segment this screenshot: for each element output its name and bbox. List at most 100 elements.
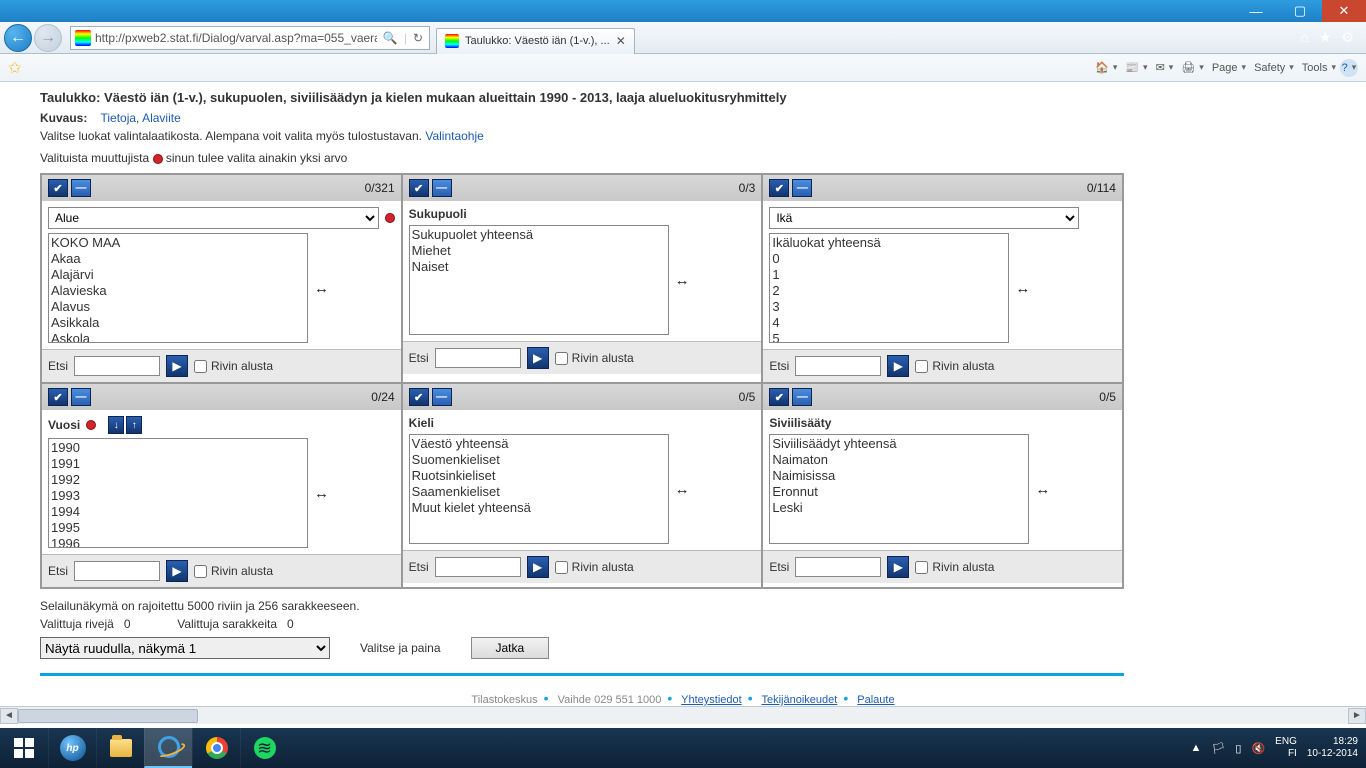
rivin-alusta-checkbox[interactable]: Rivin alusta: [915, 560, 994, 574]
ika-listbox[interactable]: Ikäluokat yhteensä012345: [769, 233, 1009, 343]
page-menu[interactable]: Page: [1208, 62, 1250, 74]
list-item[interactable]: Saamenkieliset: [412, 484, 666, 500]
list-item[interactable]: Naiset: [412, 259, 666, 275]
favorites-star-icon[interactable]: ✩: [8, 58, 21, 78]
swap-icon[interactable]: ↔: [1035, 481, 1050, 498]
list-item[interactable]: Siviilisäädyt yhteensä: [772, 436, 1026, 452]
deselect-all-button[interactable]: —: [71, 179, 91, 197]
swap-icon[interactable]: ↔: [675, 481, 690, 498]
list-item[interactable]: 1996: [51, 536, 305, 548]
select-all-button[interactable]: ✔: [409, 179, 429, 197]
list-item[interactable]: 3: [772, 299, 1006, 315]
list-item[interactable]: Eronnut: [772, 484, 1026, 500]
select-all-button[interactable]: ✔: [769, 179, 789, 197]
deselect-all-button[interactable]: —: [71, 388, 91, 406]
tray-up-icon[interactable]: ▲: [1191, 742, 1202, 754]
list-item[interactable]: 1990: [51, 440, 305, 456]
vuosi-search-input[interactable]: [74, 561, 160, 581]
alue-dropdown[interactable]: Alue: [48, 207, 379, 229]
sukupuoli-search-button[interactable]: ▶: [527, 347, 549, 369]
list-item[interactable]: 1993: [51, 488, 305, 504]
rivin-alusta-checkbox[interactable]: Rivin alusta: [555, 351, 634, 365]
rivin-alusta-checkbox[interactable]: Rivin alusta: [194, 359, 273, 373]
list-item[interactable]: Naimisissa: [772, 468, 1026, 484]
taskbar-explorer[interactable]: [96, 728, 144, 768]
list-item[interactable]: Askola: [51, 331, 305, 343]
deselect-all-button[interactable]: —: [432, 179, 452, 197]
tekijanoikeudet-link[interactable]: Tekijänoikeudet: [761, 694, 837, 706]
url-input[interactable]: [95, 27, 377, 49]
mail-dropdown[interactable]: ✉: [1152, 61, 1178, 74]
browser-tab[interactable]: Taulukko: Väestö iän (1-v.), ... ✕: [436, 28, 635, 54]
siviili-listbox[interactable]: Siviilisäädyt yhteensäNaimatonNaimisissa…: [769, 434, 1029, 544]
close-button[interactable]: ✕: [1322, 0, 1366, 22]
tietoja-link[interactable]: Tietoja: [100, 111, 136, 125]
list-item[interactable]: 1995: [51, 520, 305, 536]
tab-close-icon[interactable]: ✕: [616, 34, 626, 48]
palaute-link[interactable]: Palaute: [857, 694, 894, 706]
valintaohje-link[interactable]: Valintaohje: [425, 129, 484, 143]
back-button[interactable]: ←: [4, 24, 32, 52]
siviili-search-input[interactable]: [795, 557, 881, 577]
yhteystiedot-link[interactable]: Yhteystiedot: [681, 694, 742, 706]
safety-menu[interactable]: Safety: [1250, 62, 1298, 74]
kieli-search-input[interactable]: [435, 557, 521, 577]
search-icon[interactable]: 🔍: [383, 31, 398, 45]
list-item[interactable]: Ruotsinkieliset: [412, 468, 666, 484]
tray-clock[interactable]: 18:2910-12-2014: [1307, 736, 1358, 760]
swap-icon[interactable]: ↔: [1015, 280, 1030, 297]
scroll-right-button[interactable]: ►: [1348, 708, 1366, 724]
maximize-button[interactable]: ▢: [1278, 0, 1322, 22]
home-dropdown[interactable]: 🏠: [1091, 61, 1121, 74]
select-all-button[interactable]: ✔: [769, 388, 789, 406]
output-format-select[interactable]: Näytä ruudulla, näkymä 1: [40, 637, 330, 659]
taskbar-ie[interactable]: [144, 728, 192, 768]
deselect-all-button[interactable]: —: [792, 179, 812, 197]
tray-volume-icon[interactable]: 🔇: [1251, 742, 1265, 755]
alue-search-input[interactable]: [74, 356, 160, 376]
alue-search-button[interactable]: ▶: [166, 355, 188, 377]
list-item[interactable]: 4: [772, 315, 1006, 331]
sukupuoli-search-input[interactable]: [435, 348, 521, 368]
list-item[interactable]: Asikkala: [51, 315, 305, 331]
tools-menu[interactable]: Tools: [1298, 62, 1340, 74]
help-menu[interactable]: ?: [1340, 59, 1358, 77]
swap-icon[interactable]: ↔: [314, 485, 329, 502]
list-item[interactable]: Naimaton: [772, 452, 1026, 468]
list-item[interactable]: 5: [772, 331, 1006, 343]
list-item[interactable]: 1994: [51, 504, 305, 520]
sukupuoli-listbox[interactable]: Sukupuolet yhteensäMiehetNaiset: [409, 225, 669, 335]
sort-desc-button[interactable]: ↓: [108, 416, 124, 434]
swap-icon[interactable]: ↔: [314, 280, 329, 297]
gear-caption-icon[interactable]: ⚙: [1341, 29, 1354, 46]
list-item[interactable]: Muut kielet yhteensä: [412, 500, 666, 516]
list-item[interactable]: Sukupuolet yhteensä: [412, 227, 666, 243]
start-button[interactable]: [0, 728, 48, 768]
kieli-search-button[interactable]: ▶: [527, 556, 549, 578]
home-caption-icon[interactable]: ⌂: [1300, 29, 1308, 46]
list-item[interactable]: Ikäluokat yhteensä: [772, 235, 1006, 251]
list-item[interactable]: Alajärvi: [51, 267, 305, 283]
vuosi-search-button[interactable]: ▶: [166, 560, 188, 582]
select-all-button[interactable]: ✔: [48, 388, 68, 406]
list-item[interactable]: Suomenkieliset: [412, 452, 666, 468]
taskbar-chrome[interactable]: [192, 728, 240, 768]
list-item[interactable]: Väestö yhteensä: [412, 436, 666, 452]
select-all-button[interactable]: ✔: [48, 179, 68, 197]
ika-search-button[interactable]: ▶: [887, 355, 909, 377]
swap-icon[interactable]: ↔: [675, 272, 690, 289]
kieli-listbox[interactable]: Väestö yhteensäSuomenkielisetRuotsinkiel…: [409, 434, 669, 544]
list-item[interactable]: Akaa: [51, 251, 305, 267]
jatka-button[interactable]: Jatka: [471, 637, 550, 659]
tray-action-center-icon[interactable]: 🏳: [1211, 742, 1225, 755]
list-item[interactable]: 1: [772, 267, 1006, 283]
list-item[interactable]: Miehet: [412, 243, 666, 259]
taskbar-hp[interactable]: hp: [48, 728, 96, 768]
siviili-search-button[interactable]: ▶: [887, 556, 909, 578]
alue-listbox[interactable]: KOKO MAAAkaaAlajärviAlavieskaAlavusAsikk…: [48, 233, 308, 343]
forward-button[interactable]: →: [34, 24, 62, 52]
list-item[interactable]: 0: [772, 251, 1006, 267]
ika-search-input[interactable]: [795, 356, 881, 376]
tray-battery-icon[interactable]: ▯: [1235, 742, 1241, 755]
select-all-button[interactable]: ✔: [409, 388, 429, 406]
